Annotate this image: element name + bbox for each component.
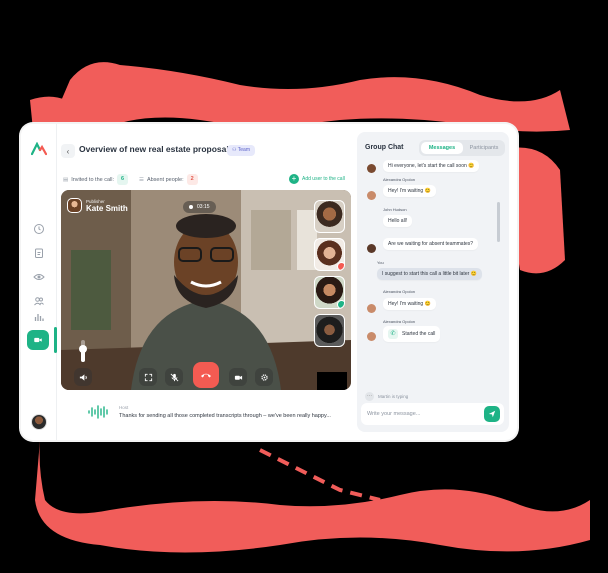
chat-message: Hello all! [383, 215, 413, 227]
avatar [367, 164, 376, 173]
transcript-label: Host [119, 405, 129, 410]
publisher-label: Publisher [86, 198, 105, 204]
participant-thumbnail[interactable] [314, 200, 345, 233]
call-timer: 03:15 [183, 201, 216, 213]
avatar [367, 191, 376, 200]
volume-knob[interactable] [79, 344, 87, 353]
chat-tabs: Messages Participants [419, 140, 505, 156]
chat-message: Are we waiting for absent teammates? [383, 238, 479, 250]
participant-thumbnail[interactable] [314, 314, 345, 347]
publisher-avatar [67, 198, 82, 213]
chevron-left-icon: ‹ [66, 146, 70, 156]
clock-icon[interactable] [32, 222, 46, 236]
send-button[interactable] [484, 406, 500, 422]
call-started-message: ✆ Started the call [383, 326, 441, 342]
camera-button[interactable] [229, 368, 247, 386]
message-list: Hi everyone, let's start the call soon 😊… [357, 160, 509, 390]
team-badge-label: Team [237, 147, 251, 153]
main-video: Publisher Kate Smith 03:15 [61, 190, 351, 390]
chat-message: Hey! I'm waiting 😊 [383, 298, 436, 310]
volume-button[interactable] [74, 368, 92, 386]
redaction-box [317, 372, 347, 390]
end-call-button[interactable] [193, 362, 219, 388]
publisher-name: Kate Smith [86, 203, 128, 213]
avatar [367, 244, 376, 253]
add-user-button[interactable]: + Add user to the call [289, 174, 345, 184]
invited-count: 6 [117, 174, 129, 185]
publisher-tag: Publisher Kate Smith [67, 198, 128, 213]
call-started-text: Started the call [402, 331, 436, 337]
message-sender: You [377, 260, 384, 265]
mute-button[interactable] [165, 368, 183, 386]
timer-text: 03:15 [197, 204, 210, 210]
invited-label: Invited to the call: [71, 176, 115, 183]
back-button[interactable]: ‹ [61, 144, 75, 158]
typing-dots-icon: ··· [365, 392, 374, 401]
typing-indicator: ··· Martin is typing [365, 392, 408, 401]
add-user-label: Add user to the call [302, 176, 345, 182]
tab-messages[interactable]: Messages [421, 142, 463, 154]
fullscreen-button[interactable] [139, 368, 157, 386]
record-dot-icon [189, 205, 193, 209]
transcript-text: Thanks for sending all those completed t… [119, 413, 331, 419]
list-icon: ☰ [139, 176, 144, 183]
settings-button[interactable] [255, 368, 273, 386]
app-window: ‹ Overview of new real estate proposals … [21, 124, 517, 440]
message-sender: John Hudson [383, 207, 407, 212]
expand-icon [144, 373, 152, 381]
chat-message: Hi everyone, let's start the call soon 😊 [383, 160, 480, 172]
absent-info: ☰ Absent people: 2 [139, 174, 198, 185]
video-feed-image [61, 190, 351, 390]
chat-scrollbar[interactable] [497, 202, 500, 242]
plus-icon: + [289, 174, 299, 184]
phone-icon: ✆ [388, 329, 398, 339]
user-avatar[interactable] [31, 414, 47, 430]
page-title: Overview of new real estate proposals [79, 144, 234, 154]
video-call-nav-button[interactable] [27, 330, 49, 350]
absent-label: Absent people: [146, 176, 184, 183]
chart-icon[interactable] [32, 310, 46, 324]
message-sender: Alexandra Opolon [383, 177, 416, 182]
avatar [367, 304, 376, 313]
phone-hangup-icon [201, 373, 211, 378]
message-composer [361, 403, 504, 425]
chat-title: Group Chat [365, 144, 404, 151]
message-sender: Alexandra Opolon [383, 319, 416, 324]
stage: ‹ Overview of new real estate proposals … [0, 0, 608, 573]
video-camera-icon [34, 337, 42, 343]
call-area: ‹ Overview of new real estate proposals … [57, 124, 353, 440]
volume-slider[interactable] [79, 340, 87, 362]
team-badge[interactable]: ⚇ Team [227, 145, 256, 156]
speaking-badge-icon [337, 300, 344, 308]
typing-text: Martin is typing [378, 394, 409, 399]
chat-message: I suggest to start this call a little bi… [377, 268, 482, 280]
avatar [367, 332, 376, 341]
invited-info: ▤ Invited to the call: 6 [63, 174, 129, 185]
chat-panel: Group Chat Messages Participants Hi ever… [357, 132, 509, 432]
eye-icon[interactable] [32, 270, 46, 284]
absent-count: 2 [186, 174, 198, 185]
tab-participants[interactable]: Participants [465, 142, 503, 154]
message-sender: Alexandra Opolon [383, 289, 416, 294]
sidebar [21, 124, 57, 440]
clipboard-icon[interactable] [32, 246, 46, 260]
speaker-icon [79, 373, 87, 381]
message-input[interactable] [367, 408, 477, 420]
app-logo-icon [31, 142, 47, 156]
microphone-off-icon [170, 373, 178, 381]
calendar-icon: ▤ [63, 176, 69, 183]
gear-icon [260, 373, 268, 381]
video-camera-icon [234, 375, 242, 380]
chat-message: Hey! I'm waiting 😊 [383, 185, 436, 197]
audio-waveform-icon [88, 405, 108, 419]
muted-badge-icon [337, 262, 344, 270]
participant-thumbnail[interactable] [314, 238, 345, 271]
users-icon[interactable] [32, 294, 46, 308]
send-icon [488, 410, 496, 418]
participant-thumbnail[interactable] [314, 276, 345, 309]
